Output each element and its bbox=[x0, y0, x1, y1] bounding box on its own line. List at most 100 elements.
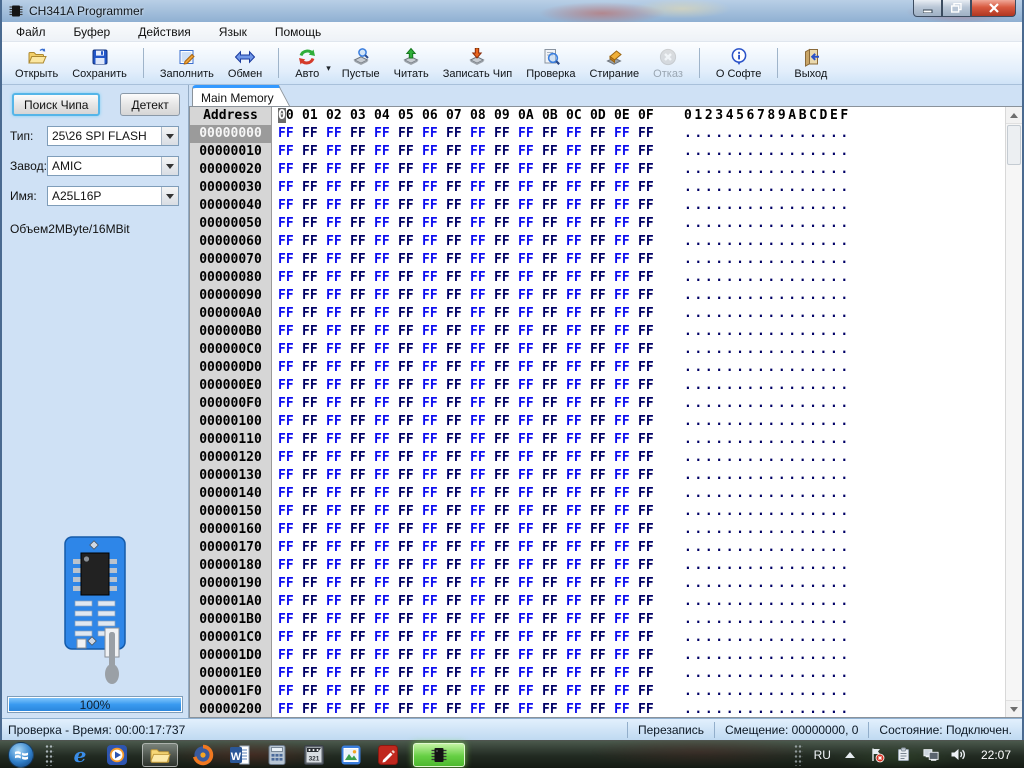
address-cell[interactable]: 00000120 bbox=[190, 449, 272, 467]
hex-byte-cell[interactable]: FF bbox=[542, 305, 566, 323]
hex-byte-cell[interactable]: FF bbox=[422, 359, 446, 377]
address-cell[interactable]: 00000060 bbox=[190, 233, 272, 251]
hex-byte-cell[interactable]: FF bbox=[470, 305, 494, 323]
hex-byte-cell[interactable]: FF bbox=[398, 161, 422, 179]
hex-byte-cell[interactable]: FF bbox=[422, 197, 446, 215]
hex-byte-cell[interactable]: FF bbox=[566, 431, 590, 449]
hex-byte-cell[interactable]: FF bbox=[350, 251, 374, 269]
hex-byte-cell[interactable]: FF bbox=[638, 323, 662, 341]
hex-byte-cell[interactable]: FF bbox=[590, 467, 614, 485]
hex-byte-cell[interactable]: FF bbox=[278, 359, 302, 377]
hex-byte-cell[interactable]: FF bbox=[590, 611, 614, 629]
hex-byte-cell[interactable]: FF bbox=[446, 431, 470, 449]
hex-byte-cell[interactable]: FF bbox=[398, 143, 422, 161]
taskbar-clock[interactable]: 22:07 bbox=[981, 748, 1011, 762]
hex-byte-cell[interactable]: FF bbox=[302, 485, 326, 503]
ascii-cell[interactable]: ................ bbox=[684, 431, 851, 449]
hex-byte-cell[interactable]: FF bbox=[518, 521, 542, 539]
hex-byte-cell[interactable]: FF bbox=[422, 143, 446, 161]
hex-byte-cell[interactable]: FF bbox=[398, 341, 422, 359]
hex-byte-cell[interactable]: FF bbox=[494, 521, 518, 539]
chevron-down-icon[interactable] bbox=[161, 127, 178, 145]
hex-byte-cell[interactable]: FF bbox=[398, 701, 422, 717]
hex-byte-cell[interactable]: FF bbox=[446, 323, 470, 341]
address-cell[interactable]: 00000200 bbox=[190, 701, 272, 717]
hex-byte-cell[interactable]: FF bbox=[350, 359, 374, 377]
ascii-cell[interactable]: ................ bbox=[684, 323, 851, 341]
hex-byte-cell[interactable]: FF bbox=[614, 359, 638, 377]
hex-byte-cell[interactable]: FF bbox=[398, 431, 422, 449]
chevron-down-icon[interactable] bbox=[161, 157, 178, 175]
стирание-button[interactable]: Стирание bbox=[582, 45, 646, 82]
hex-byte-cell[interactable]: FF bbox=[566, 485, 590, 503]
hex-byte-cell[interactable]: FF bbox=[566, 701, 590, 717]
hex-byte-cell[interactable]: FF bbox=[350, 161, 374, 179]
hex-byte-cell[interactable]: FF bbox=[302, 215, 326, 233]
выход-button[interactable]: Выход bbox=[787, 45, 834, 82]
hex-byte-cell[interactable]: FF bbox=[446, 287, 470, 305]
hex-byte-cell[interactable]: FF bbox=[542, 413, 566, 431]
hex-byte-cell[interactable]: FF bbox=[398, 647, 422, 665]
hex-byte-cell[interactable]: FF bbox=[518, 647, 542, 665]
hex-byte-cell[interactable]: FF bbox=[278, 485, 302, 503]
hex-byte-cell[interactable]: FF bbox=[446, 143, 470, 161]
taskbar-media-player-classic[interactable]: 321 bbox=[302, 743, 326, 767]
vertical-scrollbar[interactable] bbox=[1005, 107, 1022, 717]
hex-byte-cell[interactable]: FF bbox=[422, 521, 446, 539]
hex-byte-cell[interactable]: FF bbox=[590, 413, 614, 431]
hex-byte-cell[interactable]: FF bbox=[350, 233, 374, 251]
hex-byte-cell[interactable]: FF bbox=[374, 413, 398, 431]
hex-byte-cell[interactable]: FF bbox=[278, 449, 302, 467]
hex-byte-cell[interactable]: FF bbox=[326, 377, 350, 395]
ascii-cell[interactable]: ................ bbox=[684, 539, 851, 557]
hex-byte-cell[interactable]: FF bbox=[278, 323, 302, 341]
hex-byte-cell[interactable]: FF bbox=[638, 143, 662, 161]
ascii-cell[interactable]: ................ bbox=[684, 341, 851, 359]
hex-byte-cell[interactable]: FF bbox=[302, 125, 326, 143]
network-icon[interactable] bbox=[923, 747, 939, 763]
hex-byte-cell[interactable]: FF bbox=[302, 305, 326, 323]
hex-byte-cell[interactable]: FF bbox=[278, 611, 302, 629]
hex-byte-cell[interactable]: FF bbox=[494, 125, 518, 143]
hex-byte-cell[interactable]: FF bbox=[518, 611, 542, 629]
ascii-cell[interactable]: ................ bbox=[684, 647, 851, 665]
читать-button[interactable]: Читать bbox=[387, 45, 436, 82]
hex-grid[interactable]: Address 00 01 02 03 04 05 06 07 08 09 0A 0B 0C 0D 0E 0F 0… bbox=[190, 107, 1005, 717]
hex-byte-cell[interactable]: FF bbox=[374, 629, 398, 647]
hex-byte-cell[interactable]: FF bbox=[542, 647, 566, 665]
hex-byte-cell[interactable]: FF bbox=[614, 665, 638, 683]
close-button[interactable] bbox=[971, 0, 1016, 17]
hex-byte-cell[interactable]: FF bbox=[590, 323, 614, 341]
menu-помощь[interactable]: Помощь bbox=[275, 23, 335, 41]
hex-byte-cell[interactable]: FF bbox=[494, 323, 518, 341]
hex-byte-cell[interactable]: FF bbox=[302, 323, 326, 341]
hex-byte-cell[interactable]: FF bbox=[278, 179, 302, 197]
hex-byte-cell[interactable]: FF bbox=[374, 377, 398, 395]
hex-byte-cell[interactable]: FF bbox=[326, 701, 350, 717]
hex-byte-cell[interactable]: FF bbox=[374, 575, 398, 593]
hex-byte-cell[interactable]: FF bbox=[566, 125, 590, 143]
hex-byte-cell[interactable]: FF bbox=[302, 683, 326, 701]
hex-byte-cell[interactable]: FF bbox=[518, 125, 542, 143]
hex-byte-cell[interactable]: FF bbox=[590, 575, 614, 593]
hex-byte-cell[interactable]: FF bbox=[302, 431, 326, 449]
ascii-cell[interactable]: ................ bbox=[684, 233, 851, 251]
address-cell[interactable]: 000000A0 bbox=[190, 305, 272, 323]
hex-byte-cell[interactable]: FF bbox=[590, 179, 614, 197]
hex-byte-cell[interactable]: FF bbox=[422, 449, 446, 467]
hex-byte-cell[interactable]: FF bbox=[566, 539, 590, 557]
hex-byte-cell[interactable]: FF bbox=[518, 557, 542, 575]
ascii-cell[interactable]: ................ bbox=[684, 377, 851, 395]
hex-byte-cell[interactable]: FF bbox=[302, 359, 326, 377]
hex-byte-cell[interactable]: FF bbox=[590, 593, 614, 611]
hex-byte-cell[interactable]: FF bbox=[470, 125, 494, 143]
hex-byte-cell[interactable]: FF bbox=[398, 557, 422, 575]
hex-byte-cell[interactable]: FF bbox=[494, 647, 518, 665]
hex-byte-cell[interactable]: FF bbox=[422, 647, 446, 665]
hex-byte-cell[interactable]: FF bbox=[350, 611, 374, 629]
address-cell[interactable]: 000001F0 bbox=[190, 683, 272, 701]
address-cell[interactable]: 00000110 bbox=[190, 431, 272, 449]
menu-буфер[interactable]: Буфер bbox=[74, 23, 125, 41]
address-cell[interactable]: 00000130 bbox=[190, 467, 272, 485]
hex-byte-cell[interactable]: FF bbox=[638, 179, 662, 197]
